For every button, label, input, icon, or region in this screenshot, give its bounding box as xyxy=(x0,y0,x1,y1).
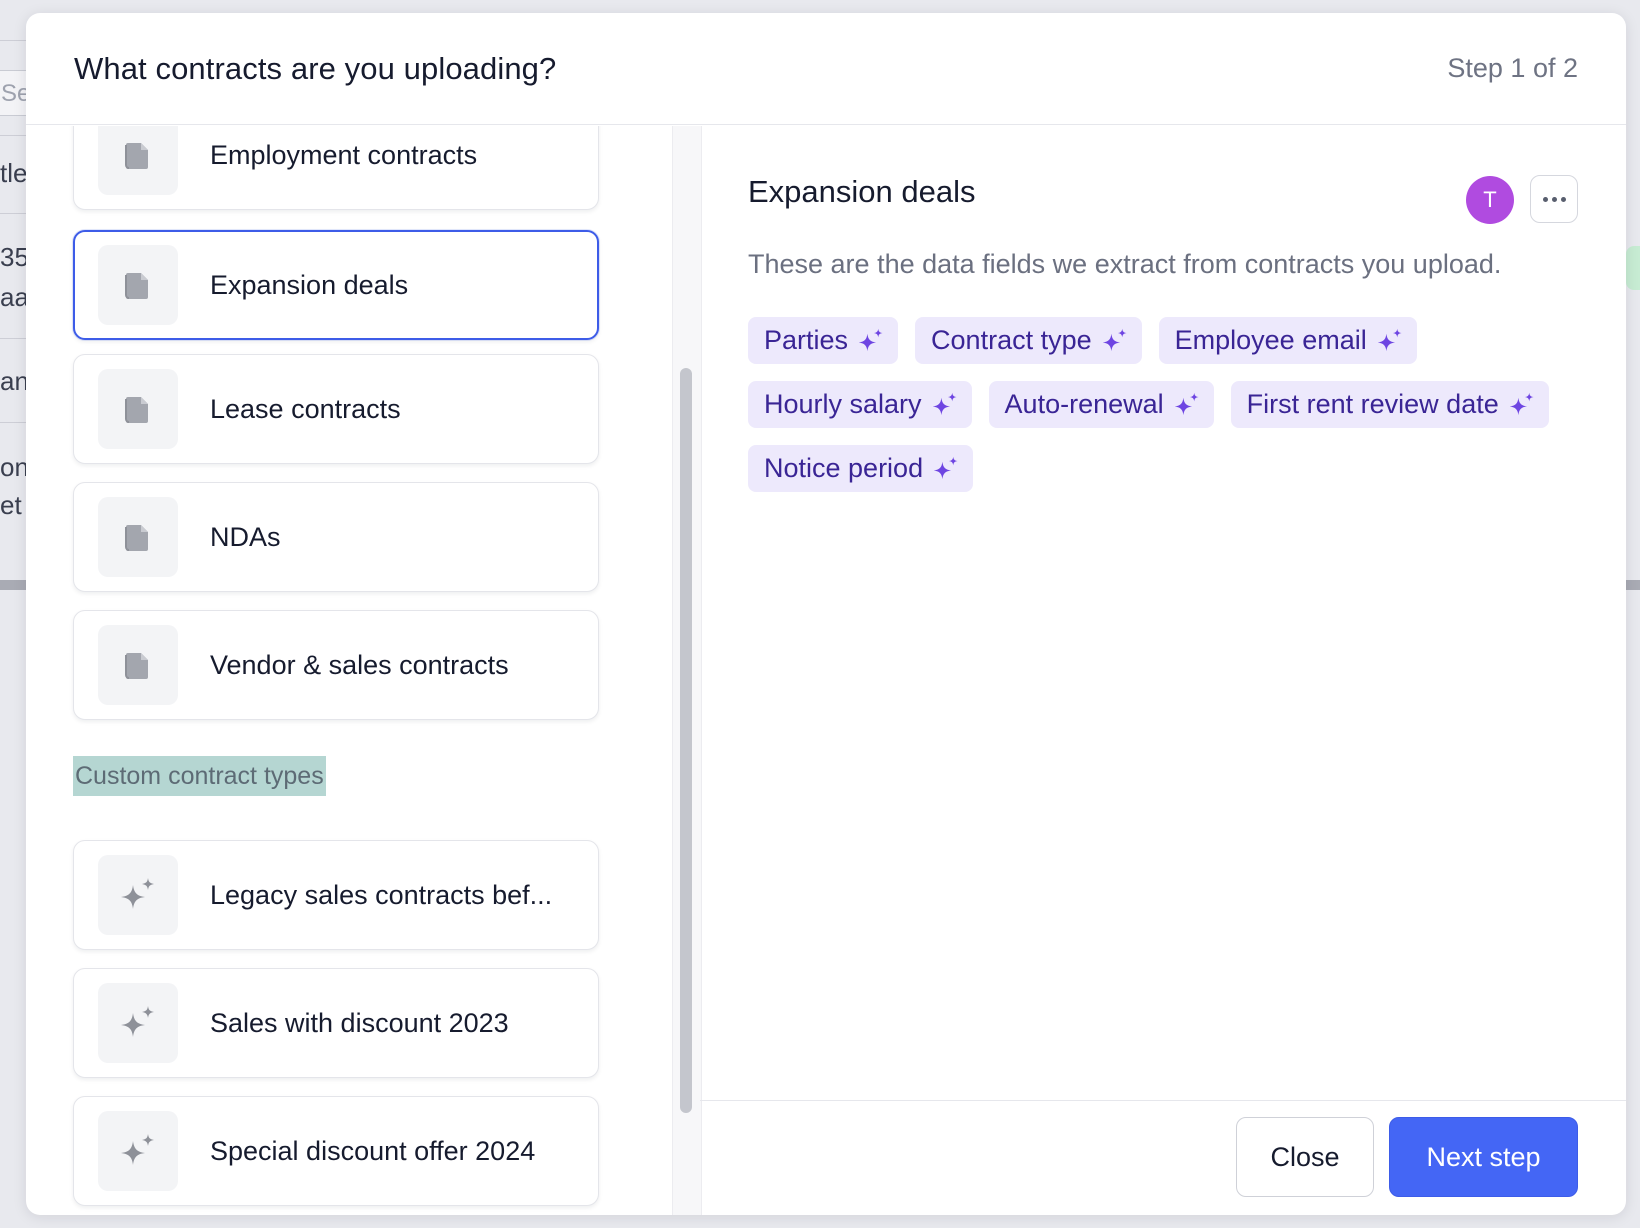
contract-type-list[interactable]: Employment contracts Expansion deals Lea… xyxy=(26,126,672,1215)
field-tag-label: Parties xyxy=(764,325,849,355)
sparkle-icon xyxy=(1377,328,1402,351)
custom-contract-types-heading: Custom contract types xyxy=(73,756,326,796)
sparkle-icon xyxy=(98,983,178,1063)
contract-type-employment[interactable]: Employment contracts xyxy=(73,126,599,210)
contract-type-lease[interactable]: Lease contracts xyxy=(73,354,599,464)
sparkle-icon xyxy=(98,1111,178,1191)
field-tag-label: Auto-renewal xyxy=(1004,389,1164,419)
field-tag-label: Hourly salary xyxy=(764,389,922,419)
modal-footer: Close Next step xyxy=(700,1100,1626,1215)
contract-type-label: Lease contracts xyxy=(210,393,401,424)
contract-type-label: Expansion deals xyxy=(210,269,409,300)
sparkle-icon xyxy=(933,456,958,479)
custom-type-label: Legacy sales contracts bef... xyxy=(210,879,553,910)
next-step-button[interactable]: Next step xyxy=(1389,1117,1578,1197)
contract-type-ndas[interactable]: NDAs xyxy=(73,482,599,592)
more-dots-icon xyxy=(1551,196,1557,202)
detail-description: These are the data fields we extract fro… xyxy=(748,249,1502,279)
custom-type-special-discount-2024[interactable]: Special discount offer 2024 xyxy=(73,1096,599,1206)
modal-title: What contracts are you uploading? xyxy=(74,50,557,86)
field-tag: Parties xyxy=(748,317,899,364)
contract-type-label: Employment contracts xyxy=(210,139,478,170)
data-field-tags: Parties Contract type Employee email Hou… xyxy=(748,317,1608,492)
contract-detail-panel: Expansion deals T These are the data fie… xyxy=(700,126,1626,1215)
sparkle-icon xyxy=(932,392,957,415)
more-dots-icon xyxy=(1542,196,1548,202)
more-dots-icon xyxy=(1560,196,1566,202)
avatar[interactable]: T xyxy=(1466,176,1514,224)
sparkle-icon xyxy=(1174,392,1199,415)
custom-type-label: Special discount offer 2024 xyxy=(210,1135,536,1166)
field-tag-label: Notice period xyxy=(764,453,924,483)
sparkle-icon xyxy=(858,328,883,351)
close-button[interactable]: Close xyxy=(1236,1117,1374,1197)
scrollbar-thumb[interactable] xyxy=(680,368,692,1113)
detail-title: Expansion deals xyxy=(748,174,976,209)
field-tag-label: Employee email xyxy=(1174,325,1367,355)
field-tag: Auto-renewal xyxy=(988,381,1214,428)
document-icon xyxy=(98,245,178,325)
contract-type-expansion[interactable]: Expansion deals xyxy=(73,230,599,340)
background-status-pill xyxy=(1626,246,1640,290)
contract-type-label: NDAs xyxy=(210,521,281,552)
field-tag: Contract type xyxy=(915,317,1142,364)
upload-contracts-modal: What contracts are you uploading? Step 1… xyxy=(26,13,1626,1215)
sparkle-icon xyxy=(98,855,178,935)
document-icon xyxy=(98,625,178,705)
document-icon xyxy=(98,369,178,449)
field-tag: First rent review date xyxy=(1230,381,1549,428)
custom-type-sales-discount-2023[interactable]: Sales with discount 2023 xyxy=(73,968,599,1078)
modal-header: What contracts are you uploading? Step 1… xyxy=(26,13,1626,125)
contract-type-vendor-sales[interactable]: Vendor & sales contracts xyxy=(73,610,599,720)
field-tag: Notice period xyxy=(748,445,974,492)
field-tag-label: Contract type xyxy=(931,325,1092,355)
document-icon xyxy=(98,497,178,577)
field-tag-label: First rent review date xyxy=(1246,389,1499,419)
field-tag: Employee email xyxy=(1158,317,1417,364)
contract-type-label: Vendor & sales contracts xyxy=(210,649,509,680)
field-tag: Hourly salary xyxy=(748,381,972,428)
step-indicator: Step 1 of 2 xyxy=(1447,53,1578,83)
more-options-button[interactable] xyxy=(1530,175,1578,223)
sparkle-icon xyxy=(1102,328,1127,351)
custom-type-label: Sales with discount 2023 xyxy=(210,1007,509,1038)
document-icon xyxy=(98,126,178,195)
sparkle-icon xyxy=(1509,392,1534,415)
custom-type-legacy-sales[interactable]: Legacy sales contracts bef... xyxy=(73,840,599,950)
